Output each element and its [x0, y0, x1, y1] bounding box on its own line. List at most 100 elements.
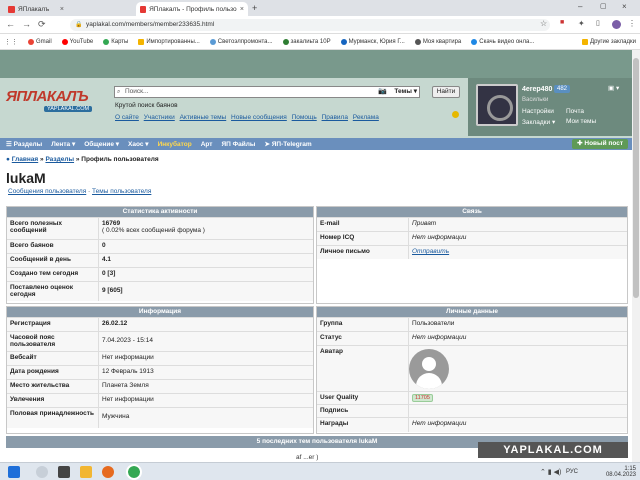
user-tools-icon[interactable]: ▣ ▾: [608, 84, 619, 92]
row-value: 9 [605]: [102, 287, 123, 294]
user-name[interactable]: 4erep480: [522, 86, 552, 93]
nav-telegram[interactable]: ➤ ЯП-Telegram: [264, 140, 311, 148]
language-indicator[interactable]: РУС: [566, 469, 578, 475]
firefox-icon[interactable]: [102, 466, 114, 478]
table-row: Место жительства Планета Земля: [7, 379, 313, 393]
new-post-button[interactable]: ✚ Новый пост: [572, 139, 628, 149]
bookmark-svetoelprom[interactable]: Светоэлпромонта...: [209, 38, 273, 45]
find-button[interactable]: Найти: [432, 86, 460, 98]
window-close-icon[interactable]: ×: [622, 2, 627, 11]
back-icon[interactable]: ←: [6, 19, 15, 29]
new-tab-button[interactable]: +: [252, 3, 257, 13]
nav-communication[interactable]: Общение ▾: [84, 140, 119, 148]
windows-start-icon[interactable]: [8, 466, 20, 478]
send-message-link[interactable]: Отправить: [412, 248, 449, 255]
browser-tab-1[interactable]: ЯПлакалъ ×: [4, 2, 68, 16]
row-value: Нет информации: [102, 354, 154, 361]
link-new-messages[interactable]: Новые сообщения: [231, 114, 287, 121]
tagline[interactable]: Крутой поиск баянов: [115, 102, 178, 109]
user-settings-link[interactable]: Настройки: [522, 108, 554, 115]
bookmark-youtube[interactable]: YouTube: [61, 38, 93, 45]
sidepanel-icon[interactable]: ▯: [596, 19, 600, 27]
maximize-icon[interactable]: ▢: [600, 2, 607, 10]
search-scope-select[interactable]: Темы ▾: [394, 87, 417, 97]
breadcrumb-home[interactable]: Главная: [12, 156, 38, 163]
nav-incubator[interactable]: Инкубатор: [158, 141, 192, 148]
file-explorer-icon[interactable]: [80, 466, 92, 478]
star-icon[interactable]: ☆: [540, 19, 547, 28]
apps-icon[interactable]: ⋮⋮: [4, 38, 18, 46]
close-icon[interactable]: ×: [60, 6, 64, 13]
camera-icon[interactable]: 📷: [378, 87, 387, 97]
minimize-icon[interactable]: –: [578, 2, 582, 11]
forward-icon[interactable]: →: [22, 19, 31, 29]
search-icon[interactable]: [36, 466, 48, 478]
bookmark-murmansk[interactable]: Мурманск, Юрия Г...: [340, 38, 405, 45]
bookmark-imported[interactable]: Импортированны...: [138, 38, 200, 45]
clock[interactable]: 1:15 08.04.2023: [606, 466, 636, 478]
user-quality-badge[interactable]: 11705: [412, 394, 433, 402]
nav-sections[interactable]: ☰ Разделы: [6, 140, 42, 148]
breadcrumb-current: Профиль пользователя: [81, 156, 159, 163]
table-row: Половая принадлежность Мужчина: [7, 407, 313, 428]
user-avatar[interactable]: [476, 84, 518, 126]
row-label: Всего баянов: [7, 240, 99, 253]
user-messages-link[interactable]: Сообщения пользователя: [8, 188, 86, 195]
other-bookmarks[interactable]: Другие закладки: [582, 38, 640, 45]
nav-chaos[interactable]: Хаос ▾: [128, 140, 149, 148]
row-value: 4.1: [102, 256, 112, 263]
breadcrumb: ● Главная » Разделы » Профиль пользовате…: [6, 156, 159, 163]
menu-icon[interactable]: ⋮: [628, 19, 636, 28]
user-bookmarks-link[interactable]: Закладки ▾: [522, 118, 555, 126]
scrollbar-thumb[interactable]: [633, 58, 639, 298]
nav-art[interactable]: Арт: [201, 141, 213, 148]
site-logo[interactable]: ЯПЛАКАЛЪ YAPLAKAL.COM: [6, 88, 106, 118]
search-input[interactable]: ⌕ Поиск... 📷 Темы ▾: [114, 86, 420, 98]
page-scrollbar[interactable]: [632, 50, 640, 462]
link-active-themes[interactable]: Активные темы: [180, 114, 227, 121]
url-input[interactable]: 🔒 yaplakal.com/members/member233635.html: [70, 19, 550, 31]
table-row: Всего баянов 0: [7, 239, 313, 253]
extension-icon[interactable]: ■: [560, 19, 564, 26]
task-view-icon[interactable]: [58, 466, 70, 478]
last-themes-partial[interactable]: af ...er ): [296, 454, 318, 461]
user-themes-link[interactable]: Темы пользователя: [92, 188, 151, 195]
user-count-badge[interactable]: 482: [554, 85, 571, 93]
site-header: ЯПЛАКАЛЪ YAPLAKAL.COM ⌕ Поиск... 📷 Темы …: [0, 78, 632, 140]
browser-tab-2[interactable]: ЯПлакалъ - Профиль пользовате ×: [136, 2, 248, 16]
nav-files[interactable]: ЯП Файлы: [221, 141, 255, 148]
table-row: Статус Нет информации: [317, 331, 627, 345]
link-ads[interactable]: Реклама: [353, 114, 379, 121]
reload-icon[interactable]: ⟳: [38, 19, 46, 30]
bookmark-zakalita[interactable]: закалиьта 10Р: [282, 38, 331, 45]
user-mythemes-link[interactable]: Мои темы: [566, 118, 596, 125]
home-icon: ●: [6, 156, 10, 163]
nav-feed[interactable]: Лента ▾: [51, 140, 75, 148]
bookmark-gmail[interactable]: Gmail: [28, 38, 52, 45]
link-rules[interactable]: Правила: [322, 114, 348, 121]
lock-icon: 🔒: [75, 22, 83, 28]
row-value: 12 Февраль 1913: [102, 368, 154, 375]
link-members[interactable]: Участники: [144, 114, 175, 121]
profile-avatar[interactable]: [612, 20, 621, 29]
link-help[interactable]: Помощь: [292, 114, 317, 121]
row-label: Номер ICQ: [317, 232, 409, 245]
user-mail-link[interactable]: Почта: [566, 108, 584, 115]
table-row: User Quality 11705: [317, 391, 627, 404]
bookmark-apartment[interactable]: Моя квартира: [414, 38, 461, 45]
main-nav: ☰ Разделы Лента ▾ Общение ▾ Хаос ▾ Инкуб…: [0, 138, 632, 150]
breadcrumb-sections[interactable]: Разделы: [45, 156, 74, 163]
puzzle-icon[interactable]: ✦: [578, 19, 585, 28]
row-label: Аватар: [317, 346, 409, 391]
bookmark-maps[interactable]: Карты: [103, 38, 128, 45]
chrome-icon[interactable]: [126, 464, 142, 480]
download-icon: [471, 38, 478, 45]
close-icon[interactable]: ×: [240, 6, 244, 13]
link-about[interactable]: О сайте: [115, 114, 139, 121]
row-label: Награды: [317, 418, 409, 432]
system-tray-icons[interactable]: ⌃ ▮ ◀): [540, 468, 561, 476]
bookmark-video[interactable]: Скачь видео онла...: [471, 38, 534, 45]
notification-icon[interactable]: [452, 111, 459, 118]
row-label: Всего полезных сообщений: [7, 218, 99, 239]
personal-panel: Личные данные Группа Пользователи Статус…: [316, 306, 628, 434]
